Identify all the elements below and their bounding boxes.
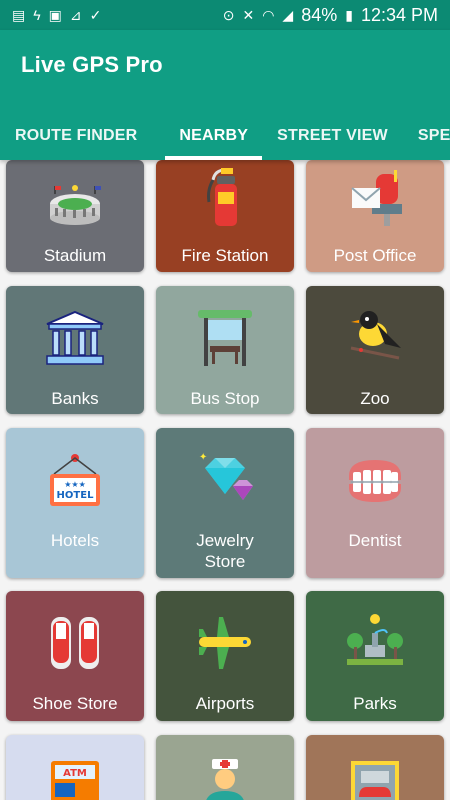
- place-card-jewelry-store[interactable]: ✦ Jewelry Store: [156, 428, 294, 578]
- place-label: Banks: [51, 389, 99, 408]
- place-label: Stadium: [43, 246, 107, 265]
- place-label: Jewelry Store: [196, 531, 254, 571]
- mailbox-icon: [351, 170, 402, 226]
- place-card-hotels[interactable]: ★★★ HOTEL Hotels: [6, 428, 144, 578]
- atm-icon: ATM: [51, 761, 99, 800]
- place-card-fire-station[interactable]: Fire Station: [156, 160, 294, 272]
- bank-icon: [46, 310, 104, 365]
- place-card-banks[interactable]: Banks: [6, 286, 144, 414]
- place-card-dentist[interactable]: Dentist: [306, 428, 444, 578]
- car-icon: [351, 761, 399, 800]
- tab-nearby[interactable]: NEARBY: [165, 112, 262, 160]
- bird-icon: [350, 311, 401, 360]
- place-card-zoo[interactable]: Zoo: [306, 286, 444, 414]
- place-card-bus-stop[interactable]: Bus Stop: [156, 286, 294, 414]
- location-icon: ⊙: [222, 7, 235, 23]
- place-label: Dentist: [348, 531, 402, 550]
- notification-icon: ▤: [12, 7, 26, 23]
- place-card-parks[interactable]: Parks: [306, 591, 444, 721]
- svg-text:✦: ✦: [199, 452, 207, 463]
- place-label: Airports: [195, 694, 255, 713]
- app-title: Live GPS Pro: [21, 52, 163, 77]
- park-icon: [347, 614, 403, 665]
- place-card-car[interactable]: [306, 735, 444, 800]
- clock: 12:34 PM: [360, 4, 438, 25]
- app-bar: Live GPS Pro ROUTE FINDER NEARBY STREET …: [0, 30, 450, 160]
- place-card-hospital[interactable]: [156, 735, 294, 800]
- place-label: Post Office: [333, 246, 417, 265]
- place-card-airports[interactable]: Airports: [156, 591, 294, 721]
- hotel-sign-icon: ★★★ HOTEL: [50, 454, 100, 506]
- mute-icon: ✕: [242, 7, 255, 23]
- stadium-icon: [50, 185, 101, 225]
- tab-route-finder[interactable]: ROUTE FINDER: [7, 112, 145, 160]
- signal-icon: ◢: [282, 7, 294, 23]
- battery-percent: 84%: [301, 4, 338, 25]
- place-label: Parks: [353, 694, 397, 713]
- diamond-icon: ✦: [199, 452, 253, 500]
- place-card-stadium[interactable]: Stadium: [6, 160, 144, 272]
- place-label: Hotels: [50, 531, 100, 550]
- flash-icon: ϟ: [33, 7, 41, 23]
- place-card-post-office[interactable]: Post Office: [306, 160, 444, 272]
- wifi-icon: ◠: [262, 7, 275, 23]
- place-label: Fire Station: [181, 246, 269, 265]
- place-card-shoe-store[interactable]: Shoe Store: [6, 591, 144, 721]
- chart-icon: ⊿: [69, 7, 82, 23]
- battery-icon: ▮: [345, 7, 353, 23]
- bus-stop-icon: [198, 310, 252, 366]
- check-icon: ✓: [89, 7, 102, 23]
- sneakers-icon: [51, 617, 99, 669]
- svg-text:HOTEL: HOTEL: [57, 490, 95, 501]
- svg-text:★★★: ★★★: [64, 480, 86, 489]
- place-card-atm[interactable]: ATM: [6, 735, 144, 800]
- fire-extinguisher-icon: [207, 168, 237, 226]
- tab-speed[interactable]: SPEED: [410, 112, 450, 160]
- tab-bar: ROUTE FINDER NEARBY STREET VIEW SPEED: [0, 112, 450, 160]
- tab-street-view[interactable]: STREET VIEW: [269, 112, 396, 160]
- status-bar: ▤ ϟ ▣ ⊿ ✓ ⊙ ✕ ◠ ◢ 84% ▮ 12:34 PM: [0, 0, 450, 30]
- place-label: Bus Stop: [190, 389, 260, 408]
- nurse-icon: [206, 759, 244, 800]
- airplane-icon: [199, 617, 251, 669]
- place-label: Zoo: [360, 389, 390, 408]
- image-icon: ▣: [48, 7, 62, 23]
- teeth-icon: [349, 460, 401, 502]
- svg-text:ATM: ATM: [63, 768, 87, 779]
- place-label: Shoe Store: [32, 694, 118, 713]
